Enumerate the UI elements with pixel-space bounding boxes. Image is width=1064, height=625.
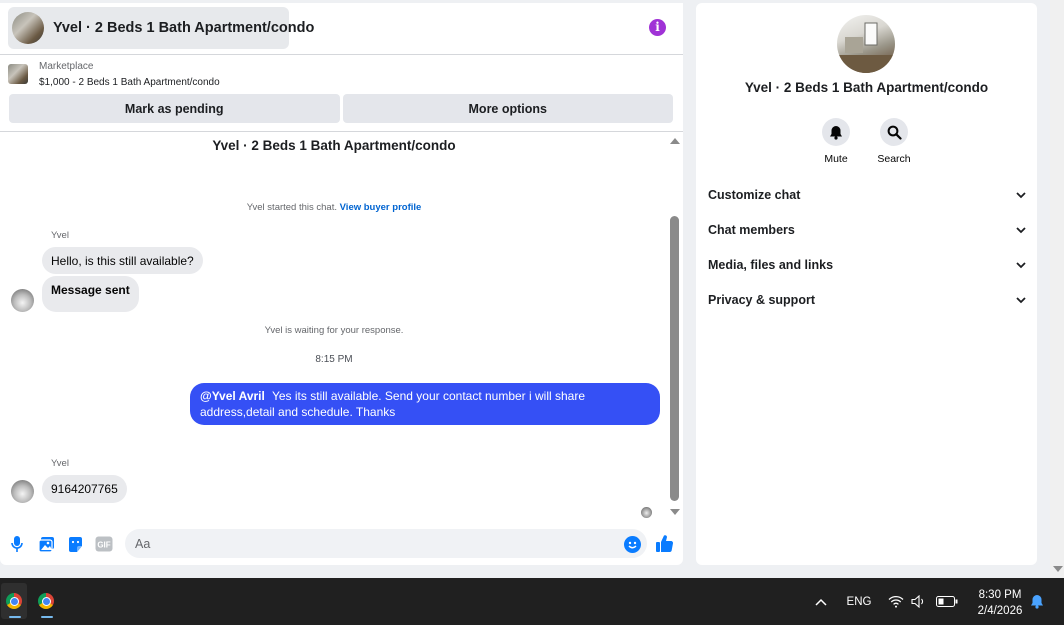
chat-members-section[interactable]: Chat members [708,218,1026,242]
listing-summary[interactable]: Marketplace $1,000 - 2 Beds 1 Bath Apart… [0,55,683,93]
language-indicator[interactable]: ENG [843,578,875,625]
bell-icon [822,118,850,146]
wifi-icon[interactable] [886,578,906,625]
waiting-notice: Yvel is waiting for your response. [264,325,404,336]
chrome-taskbar-button[interactable] [1,583,27,619]
battery-icon[interactable] [934,578,960,625]
listing-small-thumbnail [8,64,28,84]
privacy-support-section[interactable]: Privacy & support [708,288,1026,312]
mute-button[interactable]: Mute [811,118,861,165]
section-label: Privacy & support [708,293,815,307]
running-indicator [41,616,53,618]
chrome-taskbar-button[interactable] [33,583,59,619]
gif-icon[interactable]: GIF [94,534,114,554]
svg-text:GIF: GIF [97,541,110,550]
chat-title-button[interactable]: Yvel · 2 Beds 1 Bath Apartment/condo [8,7,314,49]
incoming-message[interactable]: 9164207765 [42,475,127,503]
listing-detail: $1,000 - 2 Beds 1 Bath Apartment/condo [39,77,220,88]
listing-actions: Mark as pending More options [9,94,673,123]
chevron-down-icon [1016,226,1026,233]
thread-scrollbar[interactable] [669,135,680,519]
listing-source: Marketplace [39,61,94,72]
chat-started-text: Yvel started this chat. [246,202,337,213]
seen-indicator-avatar [641,507,652,518]
customize-chat-section[interactable]: Customize chat [708,183,1026,207]
info-icon[interactable]: i [649,19,666,36]
mute-label: Mute [824,153,848,165]
message-composer: GIF [0,524,683,565]
scroll-down-arrow[interactable] [1053,566,1063,572]
incoming-message[interactable]: Hello, is this still available? [42,247,203,274]
section-label: Chat members [708,223,795,237]
chat-started-notice: Yvel started this chat. View buyer profi… [0,202,668,213]
section-label: Media, files and links [708,258,834,272]
sender-avatar[interactable] [11,480,34,503]
message-input[interactable] [125,529,647,558]
clock-date: 2/4/2026 [977,605,1023,617]
volume-icon[interactable] [909,578,929,625]
chevron-down-icon [1016,261,1026,268]
photo-icon[interactable] [36,534,56,554]
sender-name: Yvel [51,458,69,469]
notification-bell-icon[interactable] [1027,578,1047,625]
side-panel-title: Yvel · 2 Beds 1 Bath Apartment/condo [744,80,989,95]
chat-header: Yvel · 2 Beds 1 Bath Apartment/condo i [0,3,683,55]
scroll-up-arrow[interactable] [670,138,680,144]
search-label: Search [877,153,911,165]
sender-avatar[interactable] [11,289,34,312]
clock-time: 8:30 PM [978,589,1022,601]
sender-name: Yvel [51,230,69,241]
message-thread: Yvel · 2 Beds 1 Bath Apartment/condo Yve… [0,131,683,521]
chrome-icon [6,593,22,609]
scroll-thumb[interactable] [670,216,679,501]
search-button[interactable]: Search [869,118,919,165]
chat-details-panel: Yvel · 2 Beds 1 Bath Apartment/condo Mut… [696,3,1037,565]
sticker-icon[interactable] [65,534,85,554]
taskbar: ENG 8:30 PM 2/4/2026 [0,578,1064,625]
media-files-links-section[interactable]: Media, files and links [708,253,1026,277]
system-clock[interactable]: 8:30 PM 2/4/2026 [970,587,1030,619]
chevron-down-icon [1016,296,1026,303]
scroll-down-arrow[interactable] [670,509,680,515]
mark-as-pending-button[interactable]: Mark as pending [9,94,340,123]
message-timestamp: 8:15 PM [315,354,353,365]
running-indicator [9,616,21,618]
search-icon [880,118,908,146]
chat-panel: Yvel · 2 Beds 1 Bath Apartment/condo i M… [0,3,683,565]
more-options-button[interactable]: More options [342,94,673,123]
section-label: Customize chat [708,188,801,202]
page-scrollbar[interactable] [1050,0,1064,578]
message-sent-bubble[interactable]: Message sent [42,276,139,312]
listing-thumbnail [12,12,44,44]
view-buyer-profile-link[interactable]: View buyer profile [340,202,422,213]
chat-title: Yvel · 2 Beds 1 Bath Apartment/condo [53,20,315,36]
emoji-icon[interactable] [624,536,641,553]
thread-title: Yvel · 2 Beds 1 Bath Apartment/condo [212,138,456,153]
thumbs-up-icon[interactable] [654,533,674,553]
microphone-icon[interactable] [7,534,27,554]
chevron-down-icon [1016,191,1026,198]
chrome-icon [38,593,54,609]
outgoing-message[interactable]: @Yvel Avril Yes its still available. Sen… [190,383,660,425]
listing-avatar[interactable] [837,15,895,73]
chevron-up-icon[interactable] [811,578,831,625]
mention-tag[interactable]: @Yvel Avril [200,389,265,403]
